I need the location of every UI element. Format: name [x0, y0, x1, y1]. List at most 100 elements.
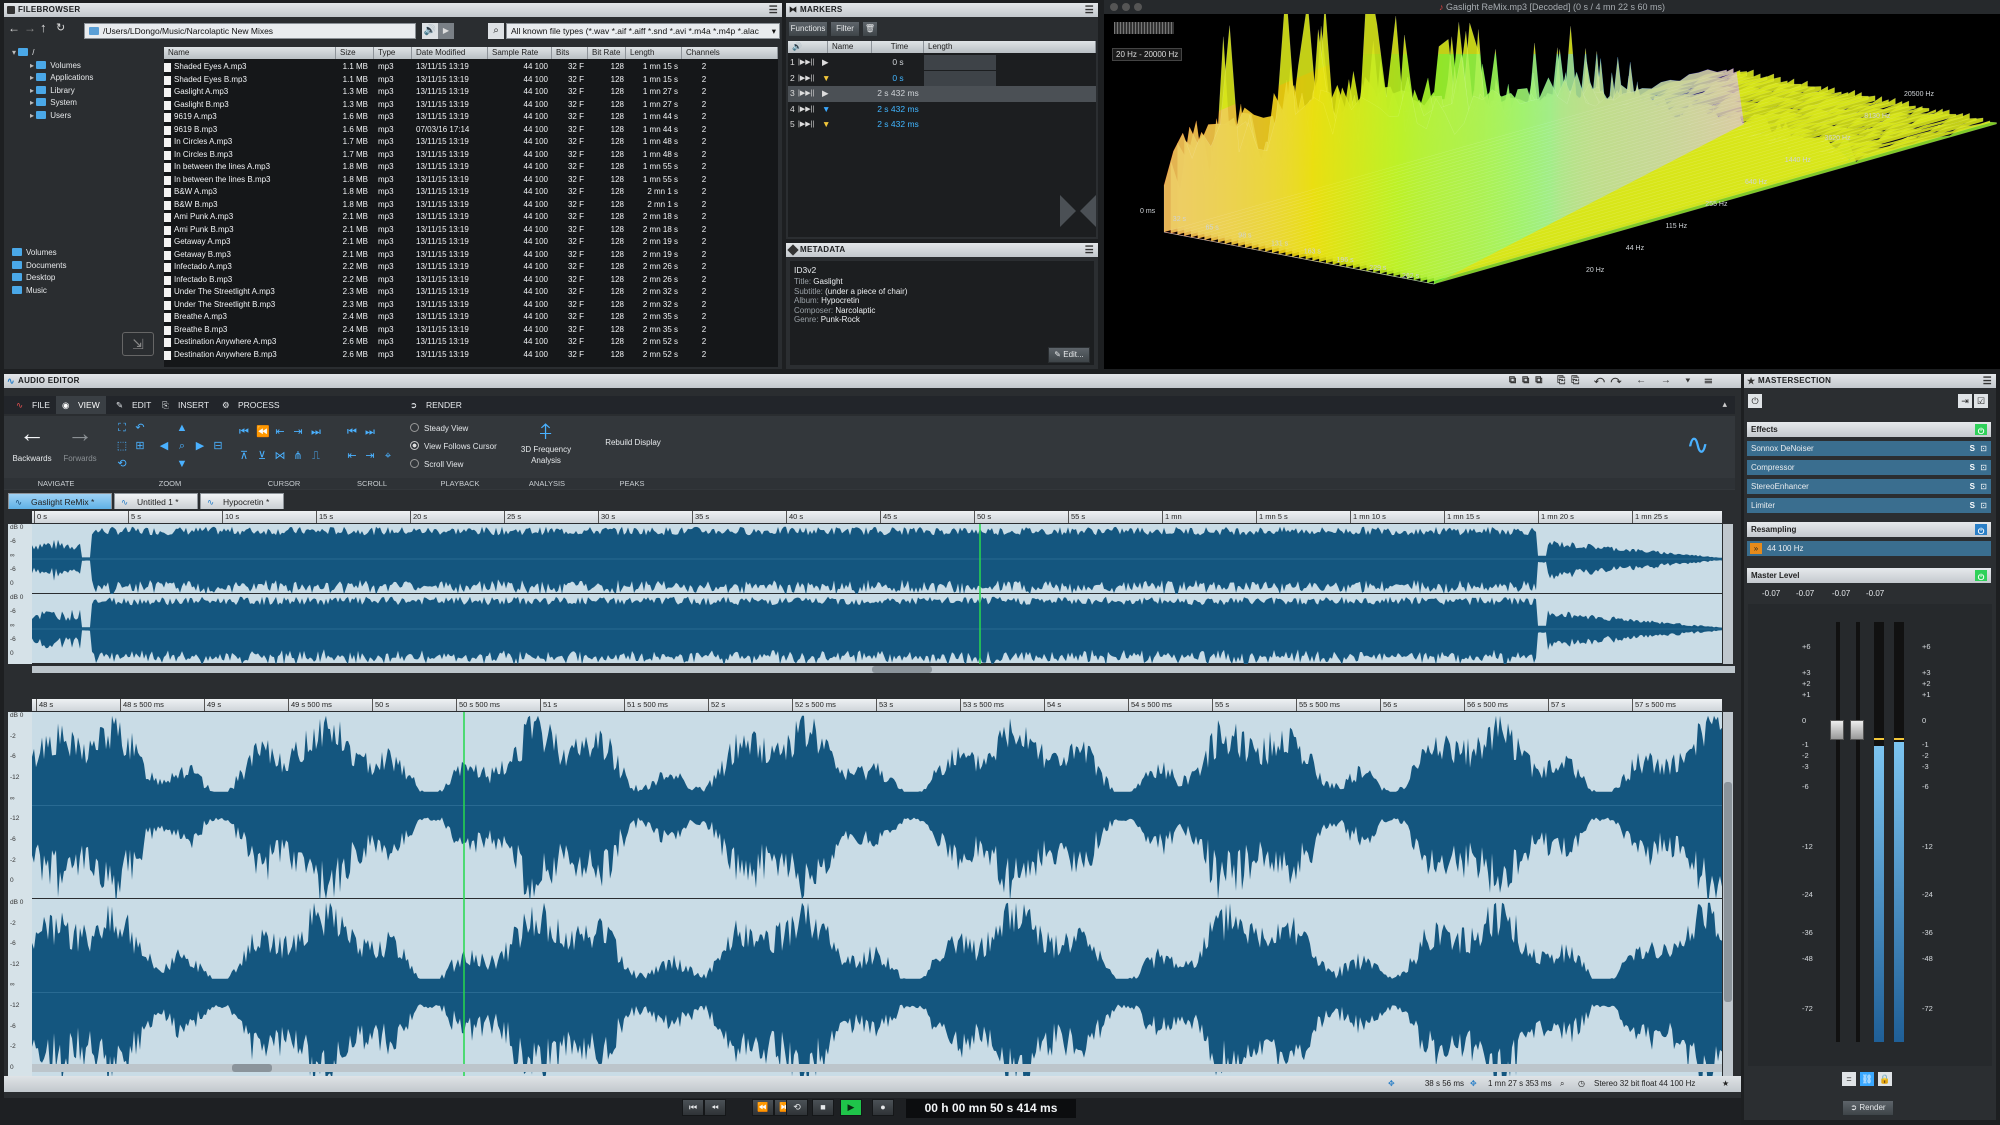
effect-solo-icon[interactable]: S [1970, 460, 1975, 475]
tree-root[interactable]: ▾ / [12, 47, 160, 60]
marker-time[interactable]: 2 s 432 ms [872, 102, 924, 118]
resample-rate[interactable]: » 44 100 Hz [1747, 541, 1991, 556]
3d-spectrum-plot[interactable]: 0 ms32 s65 s98 s131 s163 s196 s229 s262 … [1104, 14, 2000, 369]
zoom-out-horizontal-icon[interactable]: ◀ [158, 440, 170, 452]
scroll-left-icon[interactable]: ⇤ [346, 450, 358, 462]
record-button[interactable]: ● [872, 1099, 894, 1116]
file-row[interactable]: In Circles B.mp3 1.7 MB mp3 13/11/15 13:19 4… [164, 149, 778, 162]
play-preview-icon[interactable]: ▶ [438, 23, 454, 39]
file-type-filter[interactable]: All known file types (*.wav *.aif *.aiff… [506, 23, 780, 39]
effect-slot[interactable]: StereoEnhancer S ⊡ [1747, 479, 1991, 494]
file-col-bit-rate[interactable]: Bit Rate [588, 47, 626, 59]
functions-button[interactable]: Functions [788, 21, 828, 37]
scroll-right-icon[interactable]: ⇥ [364, 450, 376, 462]
search-icon[interactable]: ⌕ [488, 23, 504, 39]
path-field[interactable]: /Users/LDongo/Music/Narcolaptic New Mixe… [84, 23, 416, 39]
forwards-button[interactable]: → Forwards [60, 420, 100, 463]
scrollbar-thumb[interactable] [232, 1064, 272, 1072]
panel-menu-icon[interactable]: ☰ [769, 4, 778, 18]
fader-track-left[interactable] [1836, 622, 1840, 1042]
effect-slot[interactable]: Compressor S ⊡ [1747, 460, 1991, 475]
filter-button[interactable]: Filter [830, 21, 860, 37]
overview-time-ruler[interactable]: 0 s5 s 10 s 15 s 20 s 25 s 30 s 35 s 40 s 45 s 50… [32, 511, 1722, 523]
cursor-end-icon[interactable]: ⏭ [310, 426, 322, 438]
panel-menu-icon[interactable]: ☰ [1085, 4, 1094, 18]
effects-power-icon[interactable]: ⏻ [1975, 424, 1987, 435]
place-desktop[interactable]: Desktop [12, 272, 160, 285]
cursor-snap-icon[interactable]: ⋔ [292, 450, 304, 462]
file-row[interactable]: Breathe B.mp3 2.4 MB mp3 13/11/15 13:19 44 1… [164, 324, 778, 337]
cursor-region-end-icon[interactable]: ⊻ [256, 450, 268, 462]
cursor-peak-icon[interactable]: ⎍ [310, 450, 322, 462]
bypass-icon[interactable]: ⇥ [1958, 394, 1972, 408]
file-row[interactable]: In between the lines A.mp3 1.8 MB mp3 13/11… [164, 161, 778, 174]
edit-metadata-button[interactable]: ✎ Edit... [1048, 347, 1090, 363]
scroll-view-radio[interactable]: Scroll View [410, 456, 510, 474]
scrollbar-thumb[interactable] [1724, 782, 1732, 1002]
magnifier-icon[interactable]: ⌕ [176, 440, 188, 452]
tab-render[interactable]: ➲ RENDER [404, 396, 462, 414]
view-follows-cursor-radio[interactable]: View Follows Cursor [410, 438, 510, 456]
window-close-button[interactable] [1110, 3, 1118, 11]
meter-reset-icon[interactable]: = [1842, 1072, 1856, 1086]
window-minimize-button[interactable] [1122, 3, 1130, 11]
backwards-button[interactable]: ← Backwards [12, 420, 52, 463]
panel-menu-icon[interactable]: ☰ [1983, 375, 1992, 389]
cursor-start-icon[interactable]: ⏮ [238, 426, 250, 438]
file-row[interactable]: Destination Anywhere A.mp3 2.6 MB mp3 13/11… [164, 336, 778, 349]
tree-item-system[interactable]: ▸ System [12, 97, 160, 110]
refresh-icon[interactable]: ↻ [56, 21, 65, 34]
cursor-zero-cross-icon[interactable]: ⋈ [274, 450, 286, 462]
file-col-bits[interactable]: Bits [552, 47, 588, 59]
master-level-header[interactable]: Master Level ⏻ [1747, 568, 1991, 583]
file-row[interactable]: Breathe A.mp3 2.4 MB mp3 13/11/15 13:19 44 1… [164, 311, 778, 324]
overview-vscroll[interactable] [1723, 524, 1733, 664]
scrollbar-thumb[interactable] [872, 666, 932, 673]
speaker-icon[interactable]: 🔊 [422, 23, 438, 39]
trash-icon[interactable]: 🗑 [862, 21, 878, 37]
back-arrow-icon[interactable]: ← [8, 21, 20, 35]
file-row[interactable]: B&W B.mp3 1.8 MB mp3 13/11/15 13:19 44 100 32… [164, 199, 778, 212]
file-row[interactable]: 9619 A.mp3 1.6 MB mp3 13/11/15 13:19 44 100 3… [164, 111, 778, 124]
marker-col-length[interactable]: Length [924, 41, 1096, 53]
add-favorite-icon[interactable]: ⇲ [122, 332, 154, 356]
overview-scrollbar[interactable] [32, 666, 1735, 673]
marker-time[interactable]: 0 s [872, 55, 924, 71]
file-row[interactable]: Gaslight B.mp3 1.3 MB mp3 13/11/15 13:19 44 … [164, 99, 778, 112]
file-row[interactable]: Gaslight A.mp3 1.3 MB mp3 13/11/15 13:19 44 … [164, 86, 778, 99]
scroll-end-icon[interactable]: ⏭ [364, 426, 376, 438]
file-col-channels[interactable]: Channels [682, 47, 778, 59]
settings-check-icon[interactable]: ☑ [1974, 394, 1988, 408]
audio-format-value[interactable]: Stereo 32 bit float 44 100 Hz [1594, 1076, 1695, 1092]
file-tab-hypocretin[interactable]: ∿ Hypocretin * [200, 493, 284, 509]
zoom-reset-icon[interactable]: ⟲ [116, 458, 128, 470]
tree-item-applications[interactable]: ▸ Applications [12, 72, 160, 85]
play-button[interactable]: ▶ [840, 1099, 862, 1116]
effect-bypass-icon[interactable]: ⊡ [1980, 498, 1987, 513]
render-button[interactable]: ➲ Render [1842, 1100, 1894, 1116]
fader-handle-right[interactable] [1850, 720, 1864, 740]
tab-process[interactable]: ⚙ PROCESS [216, 396, 280, 414]
effect-slot[interactable]: Limiter S ⊡ [1747, 498, 1991, 513]
file-col-size[interactable]: Size [336, 47, 374, 59]
lock-icon[interactable]: 🔒 [1878, 1072, 1892, 1086]
file-row[interactable]: Shaded Eyes B.mp3 1.1 MB mp3 13/11/15 13:19… [164, 74, 778, 87]
master-power-icon[interactable]: ⏻ [1975, 570, 1987, 581]
marker-row[interactable]: 2 |▶▶|| ▼ 0 s [788, 71, 1096, 87]
effects-header[interactable]: Effects ⏻ [1747, 422, 1991, 437]
zoom-optimize-icon[interactable]: ⊟ [212, 440, 224, 452]
zoom-out-vertical-icon[interactable]: ▼ [176, 458, 188, 470]
file-col-length[interactable]: Length [626, 47, 682, 59]
loop-button[interactable]: ⟲ [786, 1099, 808, 1116]
main-time-ruler[interactable]: 48 s 48 s 500 ms 49 s 49 s 500 ms 50 s 50 s 5… [32, 699, 1722, 711]
file-row[interactable]: Infectado B.mp3 2.2 MB mp3 13/11/15 13:19 44… [164, 274, 778, 287]
effect-solo-icon[interactable]: S [1970, 479, 1975, 494]
steady-view-radio[interactable]: Steady View [410, 420, 510, 438]
file-row[interactable]: In between the lines B.mp3 1.8 MB mp3 13/11… [164, 174, 778, 187]
marker-transport-icon[interactable]: |▶▶|| [798, 86, 814, 102]
cursor-prev-marker-icon[interactable]: ⇤ [274, 426, 286, 438]
file-row[interactable]: Under The Streetlight B.mp3 2.3 MB mp3 13/1… [164, 299, 778, 312]
resampling-icon[interactable]: ⏻ [1975, 524, 1987, 535]
scroll-cursor-icon[interactable]: ⌖ [382, 450, 394, 462]
power-icon[interactable]: ⏻ [1748, 394, 1762, 408]
